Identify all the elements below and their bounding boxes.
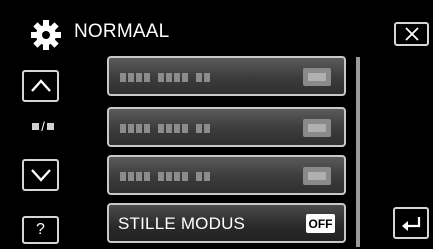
back-button[interactable]: [393, 207, 429, 239]
page-title: NORMAAL: [74, 21, 170, 42]
return-arrow-icon: [402, 217, 421, 231]
chevron-down-icon: [30, 169, 51, 182]
menu-item-2[interactable]: [107, 107, 346, 147]
menu-item-state-placeholder: [303, 68, 331, 86]
chevron-up-icon: [30, 79, 51, 92]
page-total-square: [46, 122, 54, 130]
scrollbar[interactable]: [356, 57, 360, 247]
page-separator: /: [41, 118, 45, 134]
help-label: ?: [36, 221, 45, 238]
menu-item-label: STILLE MODUS: [118, 214, 246, 233]
scroll-down-button[interactable]: [22, 159, 59, 191]
menu-item-3[interactable]: [107, 155, 346, 195]
off-status-badge: OFF: [306, 214, 335, 233]
menu-item-silent-mode[interactable]: STILLE MODUS OFF: [107, 203, 346, 243]
close-button[interactable]: [394, 22, 429, 46]
menu-item-state-placeholder: [303, 119, 331, 137]
menu-item-label-placeholder: [120, 73, 250, 82]
help-button[interactable]: ?: [22, 216, 59, 244]
menu-item-label-placeholder: [120, 124, 250, 133]
menu-item-label-placeholder: [120, 172, 250, 181]
close-icon: [404, 27, 419, 41]
scroll-up-button[interactable]: [22, 70, 59, 102]
menu-item-1[interactable]: [107, 56, 346, 96]
menu-item-state-placeholder: [303, 167, 331, 185]
page-indicator: /: [26, 118, 60, 134]
settings-gear-icon: [30, 19, 62, 51]
page-current-square: [32, 122, 40, 130]
